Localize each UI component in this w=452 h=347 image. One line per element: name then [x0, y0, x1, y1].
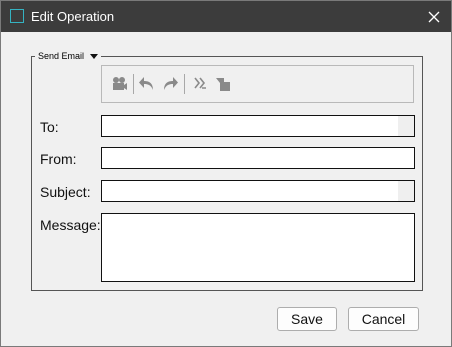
camera-icon[interactable]: [110, 75, 128, 93]
from-field[interactable]: [101, 147, 415, 169]
redo-icon[interactable]: [161, 75, 179, 93]
close-icon: [428, 11, 440, 22]
toolbar-separator: [184, 74, 185, 94]
edit-operation-dialog: Edit Operation Send Email To: From: Subj…: [0, 0, 452, 347]
window-title: Edit Operation: [31, 9, 115, 24]
from-input[interactable]: [105, 150, 395, 166]
to-field-dropdown[interactable]: [398, 116, 414, 136]
to-input[interactable]: [105, 118, 395, 134]
message-textarea[interactable]: [102, 214, 414, 281]
subject-input[interactable]: [105, 183, 395, 199]
window-icon: [10, 9, 24, 23]
subject-field-dropdown[interactable]: [398, 181, 414, 201]
group-title: Send Email: [38, 51, 85, 61]
save-button[interactable]: Save: [277, 307, 337, 331]
subject-field[interactable]: [101, 180, 415, 202]
message-field[interactable]: [101, 213, 415, 282]
subject-label: Subject:: [40, 184, 91, 200]
close-button[interactable]: [417, 1, 451, 32]
collapse-arrow-icon[interactable]: [90, 53, 99, 59]
to-field[interactable]: [101, 115, 415, 137]
undo-icon[interactable]: [138, 75, 156, 93]
to-label: To:: [40, 119, 59, 135]
editor-toolbar: [101, 65, 414, 103]
send-email-legend: Send Email: [35, 51, 102, 61]
cancel-button[interactable]: Cancel: [348, 307, 419, 331]
message-label: Message:: [40, 217, 101, 233]
toolbar-separator: [133, 74, 134, 94]
from-label: From:: [40, 151, 77, 167]
fx-icon[interactable]: [191, 75, 209, 93]
title-bar[interactable]: Edit Operation: [1, 1, 451, 32]
paste-icon[interactable]: [214, 75, 232, 93]
